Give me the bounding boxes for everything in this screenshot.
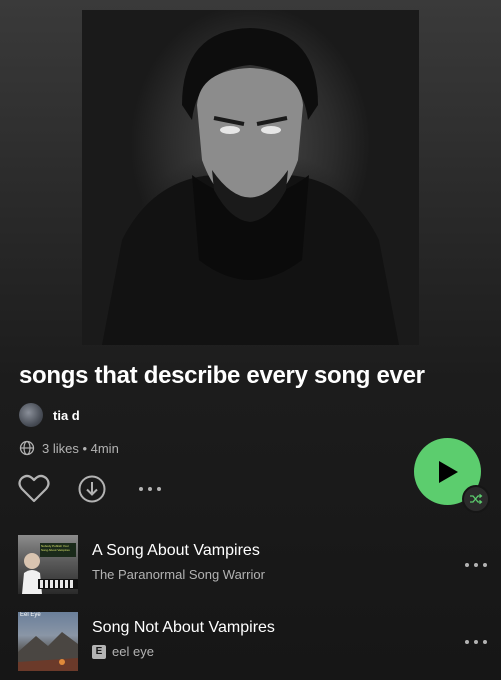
globe-icon <box>19 440 35 456</box>
shuffle-button[interactable] <box>462 485 490 513</box>
playlist-meta: 3 likes • 4min <box>19 440 119 456</box>
more-icon[interactable] <box>138 484 164 494</box>
explicit-badge: E <box>92 644 106 659</box>
shuffle-icon <box>470 493 483 505</box>
track-more-icon[interactable] <box>464 634 488 650</box>
track-row[interactable]: Nobody Publish Your Song About Vampires … <box>18 535 488 595</box>
playlist-cover-image <box>82 10 419 345</box>
track-title: Song Not About Vampires <box>92 619 275 636</box>
track-title: A Song About Vampires <box>92 542 260 559</box>
track-more-icon[interactable] <box>464 557 488 573</box>
playlist-owner[interactable]: tia d <box>19 403 80 427</box>
track-thumbnail: Nobody Publish Your Song About Vampires <box>18 535 78 594</box>
likes-duration-text: 3 likes • 4min <box>42 440 119 456</box>
track-row[interactable]: Eel Eye Song Not About Vampires E eel ey… <box>18 612 488 672</box>
track-artist[interactable]: The Paranormal Song Warrior <box>92 567 265 582</box>
playlist-title: songs that describe every song ever <box>19 362 425 389</box>
avatar[interactable] <box>19 403 43 427</box>
thumbnail-text: Eel Eye <box>20 612 41 618</box>
download-icon[interactable] <box>77 474 107 504</box>
play-icon <box>438 460 458 483</box>
thumbnail-text: Nobody Publish Your Song About Vampires <box>41 544 70 552</box>
track-artist[interactable]: E eel eye <box>92 644 154 659</box>
heart-icon[interactable] <box>18 474 50 504</box>
track-thumbnail: Eel Eye <box>18 612 78 671</box>
owner-name[interactable]: tia d <box>53 408 80 423</box>
